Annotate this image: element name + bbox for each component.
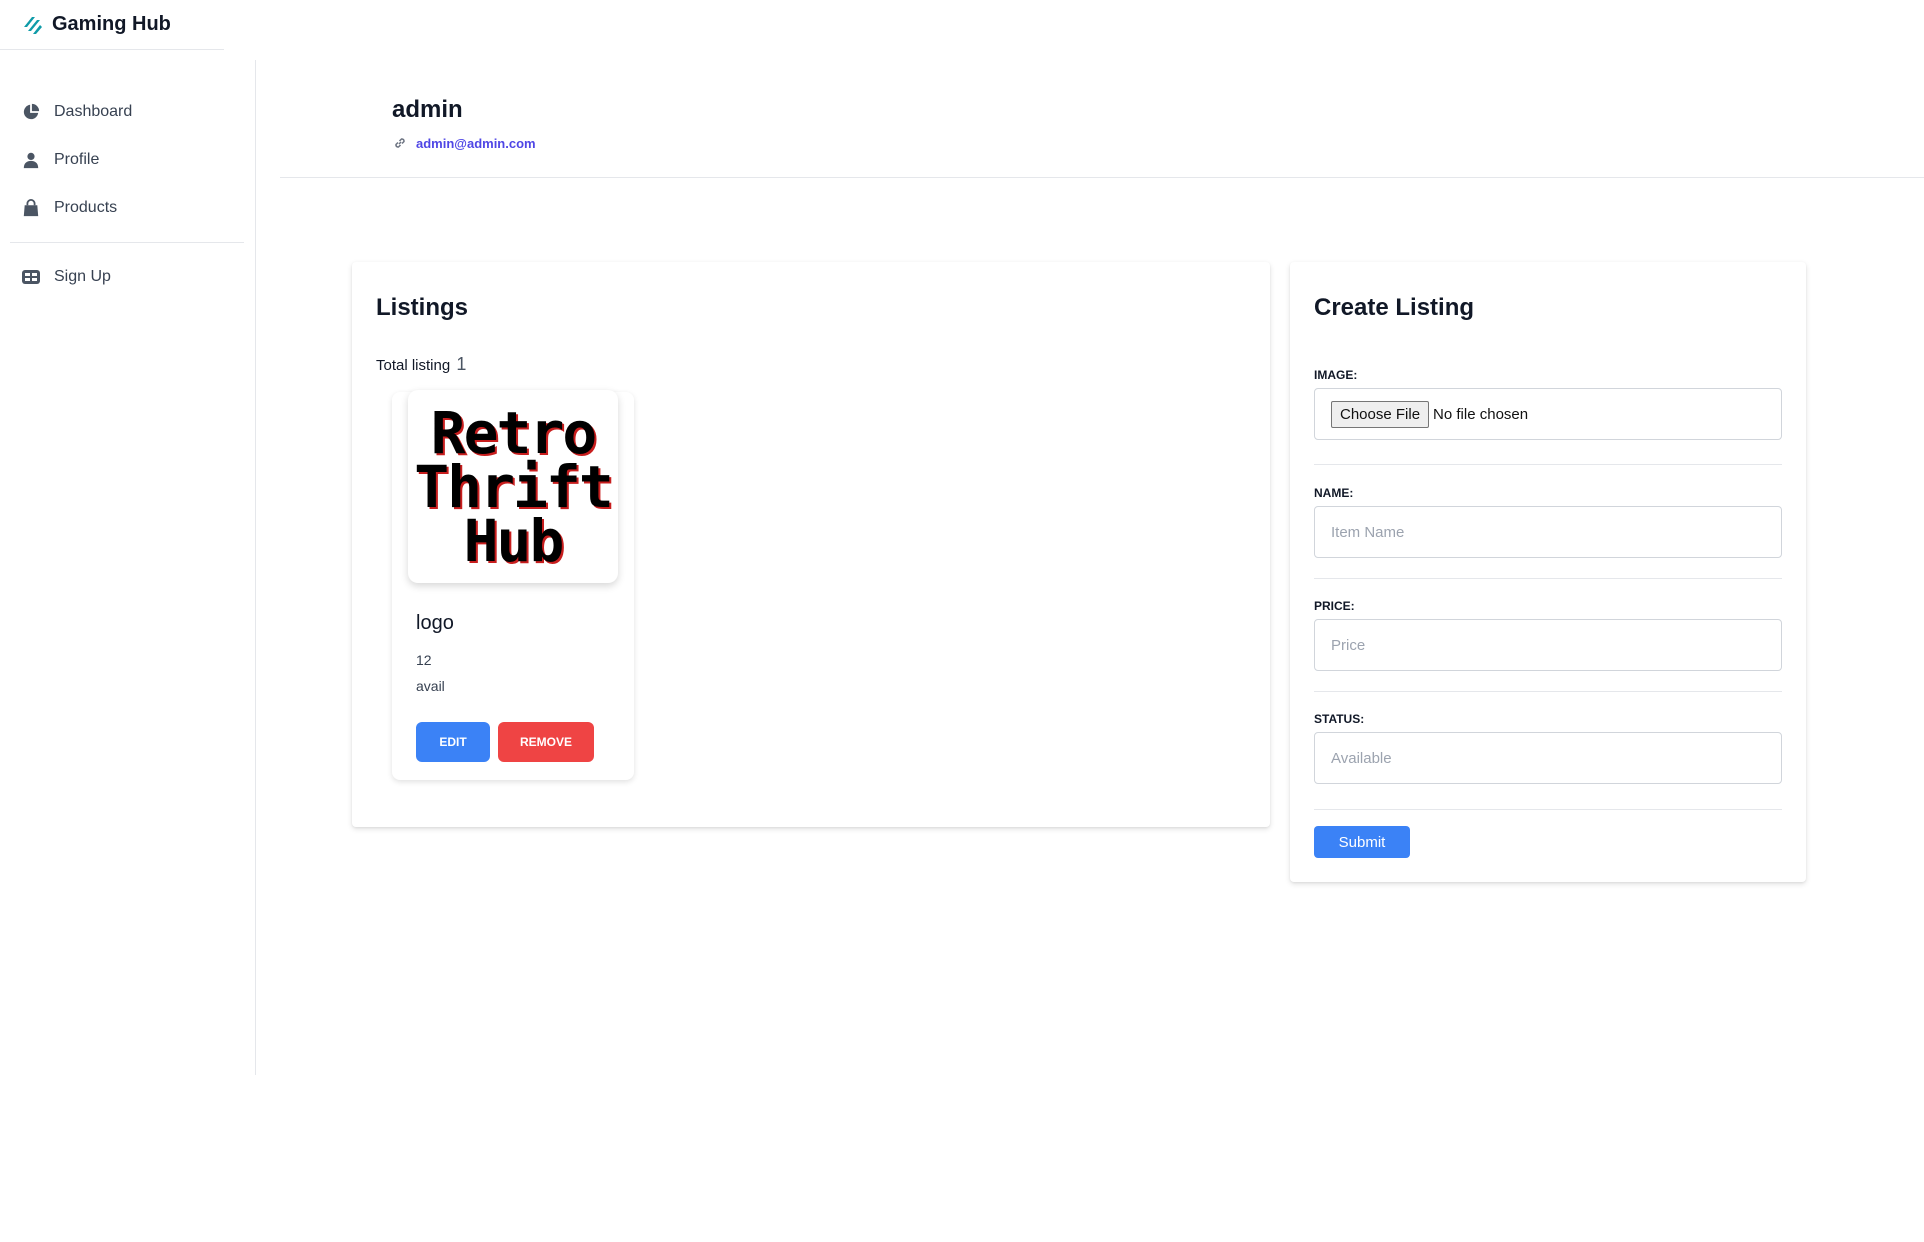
brand-logo-icon <box>24 16 42 34</box>
price-input[interactable] <box>1331 636 1781 654</box>
listing-status: avail <box>416 678 445 694</box>
status-input[interactable] <box>1331 749 1781 767</box>
sidebar-item-profile[interactable]: Profile <box>0 136 256 184</box>
image-label: IMAGE: <box>1314 368 1358 382</box>
price-field <box>1314 619 1782 671</box>
total-listing-label: Total listing <box>376 357 451 374</box>
remove-button[interactable]: REMOVE <box>498 722 594 762</box>
sidebar-item-products[interactable]: Products <box>0 184 256 232</box>
form-divider <box>1314 464 1782 465</box>
total-listing-count: 1 <box>456 354 467 374</box>
status-label: STATUS: <box>1314 712 1365 726</box>
listings-title: Listings <box>376 294 469 321</box>
brand-name: Gaming Hub <box>52 13 171 35</box>
sidebar-item-label: Products <box>54 199 118 216</box>
create-listing-panel: Create Listing IMAGE: Choose File No fil… <box>1290 262 1806 882</box>
name-label: NAME: <box>1314 486 1354 500</box>
profile-username: admin <box>392 96 463 123</box>
name-field <box>1314 506 1782 558</box>
form-divider <box>1314 691 1782 692</box>
table-icon <box>20 266 42 288</box>
sidebar: Dashboard Profile Products Sign Up <box>0 60 256 1075</box>
create-listing-title: Create Listing <box>1314 294 1475 321</box>
file-status-text: No file chosen <box>1433 405 1529 423</box>
price-label: PRICE: <box>1314 599 1355 613</box>
profile-email-row: admin@admin.com <box>392 135 536 151</box>
choose-file-button[interactable]: Choose File <box>1331 400 1430 428</box>
status-field <box>1314 732 1782 784</box>
listing-image: Retro Thrift Hub <box>408 390 618 583</box>
total-listing: Total listing 1 <box>376 354 466 375</box>
brand-header: Gaming Hub <box>0 0 224 50</box>
sidebar-item-dashboard[interactable]: Dashboard <box>0 88 256 136</box>
item-name-input[interactable] <box>1331 523 1781 541</box>
sidebar-item-label: Dashboard <box>54 103 133 120</box>
sidebar-nav: Dashboard Profile Products Sign Up <box>0 88 256 301</box>
listings-panel: Listings Total listing 1 Retro Thrift Hu… <box>352 262 1270 827</box>
sidebar-item-label: Profile <box>54 151 100 168</box>
profile-header: admin admin@admin.com <box>280 60 1924 178</box>
listing-image-text-line: Thrift <box>414 452 614 521</box>
sidebar-item-sign-up[interactable]: Sign Up <box>0 253 256 301</box>
profile-email-link[interactable]: admin@admin.com <box>416 136 536 151</box>
edit-button[interactable]: EDIT <box>416 722 490 762</box>
sidebar-divider <box>10 242 244 243</box>
shopping-bag-icon <box>20 197 42 219</box>
listing-image-text-line: Hub <box>463 506 565 575</box>
user-icon <box>20 149 42 171</box>
image-file-field: Choose File No file chosen <box>1314 388 1782 440</box>
listing-image-text-line: Retro <box>430 398 598 467</box>
form-divider <box>1314 809 1782 810</box>
sidebar-item-label: Sign Up <box>54 268 111 285</box>
submit-button[interactable]: Submit <box>1314 826 1410 858</box>
listing-price: 12 <box>416 652 432 668</box>
pie-chart-icon <box>20 101 42 123</box>
link-icon <box>395 138 405 148</box>
listing-name: logo <box>416 612 454 634</box>
form-divider <box>1314 578 1782 579</box>
listing-card: Retro Thrift Hub logo 12 avail EDIT REMO… <box>392 390 634 780</box>
